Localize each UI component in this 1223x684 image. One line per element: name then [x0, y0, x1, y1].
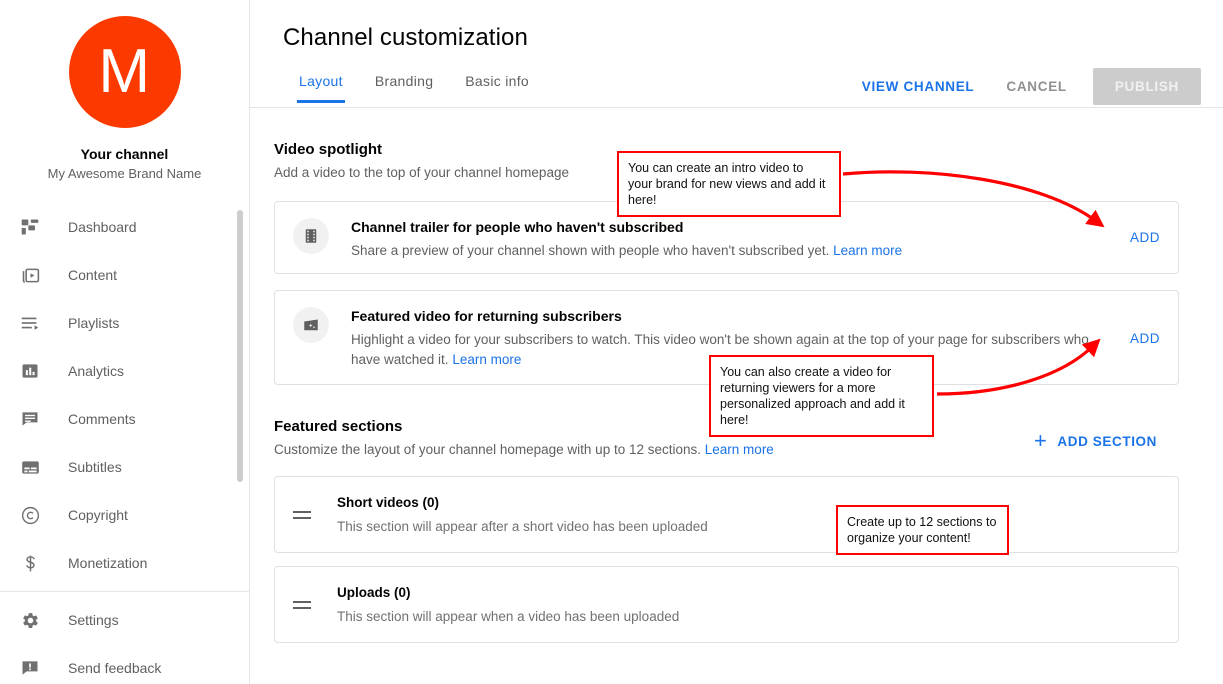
- monetization-icon: [18, 551, 42, 575]
- annotation-sections: Create up to 12 sections to organize you…: [836, 505, 1009, 555]
- playlists-icon: [18, 311, 42, 335]
- comments-icon: [18, 407, 42, 431]
- sidebar-divider: [0, 591, 249, 592]
- gear-icon: [18, 608, 42, 632]
- brand-name: My Awesome Brand Name: [47, 166, 202, 181]
- section-row-uploads[interactable]: Uploads (0) This section will appear whe…: [274, 566, 1179, 643]
- subtitles-icon: [18, 455, 42, 479]
- channel-block: M Your channel My Awesome Brand Name: [0, 0, 249, 181]
- annotation-returning-viewers: You can also create a video for returnin…: [709, 355, 934, 437]
- add-section-label: ADD SECTION: [1057, 433, 1157, 449]
- avatar[interactable]: M: [68, 16, 181, 128]
- header-actions: VIEW CHANNEL CANCEL PUBLISH: [850, 68, 1201, 105]
- card-desc-text: Share a preview of your channel shown wi…: [351, 243, 830, 258]
- featured-sections-subtitle: Customize the layout of your channel hom…: [274, 442, 994, 457]
- card-description: Share a preview of your channel shown wi…: [351, 241, 1118, 261]
- drag-handle[interactable]: [293, 505, 313, 525]
- sidebar-item-label: Comments: [68, 411, 136, 427]
- card-title: Featured video for returning subscribers: [351, 308, 622, 324]
- content-icon: [18, 263, 42, 287]
- card-title: Channel trailer for people who haven't s…: [351, 219, 684, 235]
- sidebar-item-label: Dashboard: [68, 219, 137, 235]
- tab-branding[interactable]: Branding: [359, 66, 449, 103]
- cancel-button[interactable]: CANCEL: [994, 70, 1078, 103]
- view-channel-button[interactable]: VIEW CHANNEL: [850, 70, 987, 103]
- sidebar-item-subtitles[interactable]: Subtitles: [0, 443, 249, 491]
- channel-customization-page: M Your channel My Awesome Brand Name Das…: [0, 0, 1223, 684]
- channel-label: Your channel: [80, 146, 169, 162]
- add-featured-video-button[interactable]: ADD: [1130, 331, 1160, 346]
- sidebar-scrollbar-thumb[interactable]: [237, 210, 243, 482]
- main-panel: Channel customization Layout Branding Ba…: [250, 0, 1223, 684]
- drag-handle[interactable]: [293, 595, 313, 615]
- section-row-short-videos[interactable]: Short videos (0) This section will appea…: [274, 476, 1179, 553]
- sidebar-item-label: Copyright: [68, 507, 128, 523]
- plus-icon: +: [1033, 428, 1048, 453]
- add-section-button[interactable]: + ADD SECTION: [1034, 430, 1157, 452]
- learn-more-link[interactable]: Learn more: [705, 442, 774, 457]
- sidebar-item-label: Monetization: [68, 555, 148, 571]
- sidebar-nav: Dashboard Content Playlists Analytics Co…: [0, 203, 249, 684]
- featured-sections-subtitle-text: Customize the layout of your channel hom…: [274, 442, 702, 457]
- sidebar-item-playlists[interactable]: Playlists: [0, 299, 249, 347]
- sidebar-item-content[interactable]: Content: [0, 251, 249, 299]
- analytics-icon: [18, 359, 42, 383]
- sidebar-item-label: Subtitles: [68, 459, 122, 475]
- dashboard-icon: [18, 215, 42, 239]
- section-row-description: This section will appear when a video ha…: [337, 609, 680, 624]
- sidebar-item-copyright[interactable]: Copyright: [0, 491, 249, 539]
- sidebar-item-dashboard[interactable]: Dashboard: [0, 203, 249, 251]
- sidebar-item-label: Content: [68, 267, 118, 283]
- sidebar-item-label: Send feedback: [68, 660, 162, 676]
- sidebar-item-send-feedback[interactable]: Send feedback: [0, 644, 249, 684]
- learn-more-link[interactable]: Learn more: [833, 243, 902, 258]
- sidebar: M Your channel My Awesome Brand Name Das…: [0, 0, 250, 684]
- section-row-title: Short videos (0): [337, 495, 440, 510]
- tab-basic-info[interactable]: Basic info: [449, 66, 545, 103]
- sidebar-item-label: Playlists: [68, 315, 120, 331]
- sidebar-item-label: Analytics: [68, 363, 125, 379]
- add-trailer-button[interactable]: ADD: [1130, 230, 1160, 245]
- copyright-icon: [18, 503, 42, 527]
- publish-button[interactable]: PUBLISH: [1092, 68, 1201, 105]
- tab-layout[interactable]: Layout: [283, 66, 359, 103]
- film-strip-icon: [293, 218, 329, 254]
- sidebar-item-label: Settings: [68, 612, 119, 628]
- annotation-intro-video: You can create an intro video to your br…: [617, 151, 841, 217]
- sidebar-item-analytics[interactable]: Analytics: [0, 347, 249, 395]
- sidebar-item-settings[interactable]: Settings: [0, 596, 249, 644]
- feedback-icon: [18, 656, 42, 680]
- page-title: Channel customization: [283, 24, 528, 51]
- clapperboard-sparkle-icon: [293, 307, 329, 343]
- section-row-title: Uploads (0): [337, 585, 411, 600]
- learn-more-link[interactable]: Learn more: [452, 352, 521, 367]
- section-row-description: This section will appear after a short v…: [337, 519, 708, 534]
- sidebar-item-comments[interactable]: Comments: [0, 395, 249, 443]
- sidebar-item-monetization[interactable]: Monetization: [0, 539, 249, 587]
